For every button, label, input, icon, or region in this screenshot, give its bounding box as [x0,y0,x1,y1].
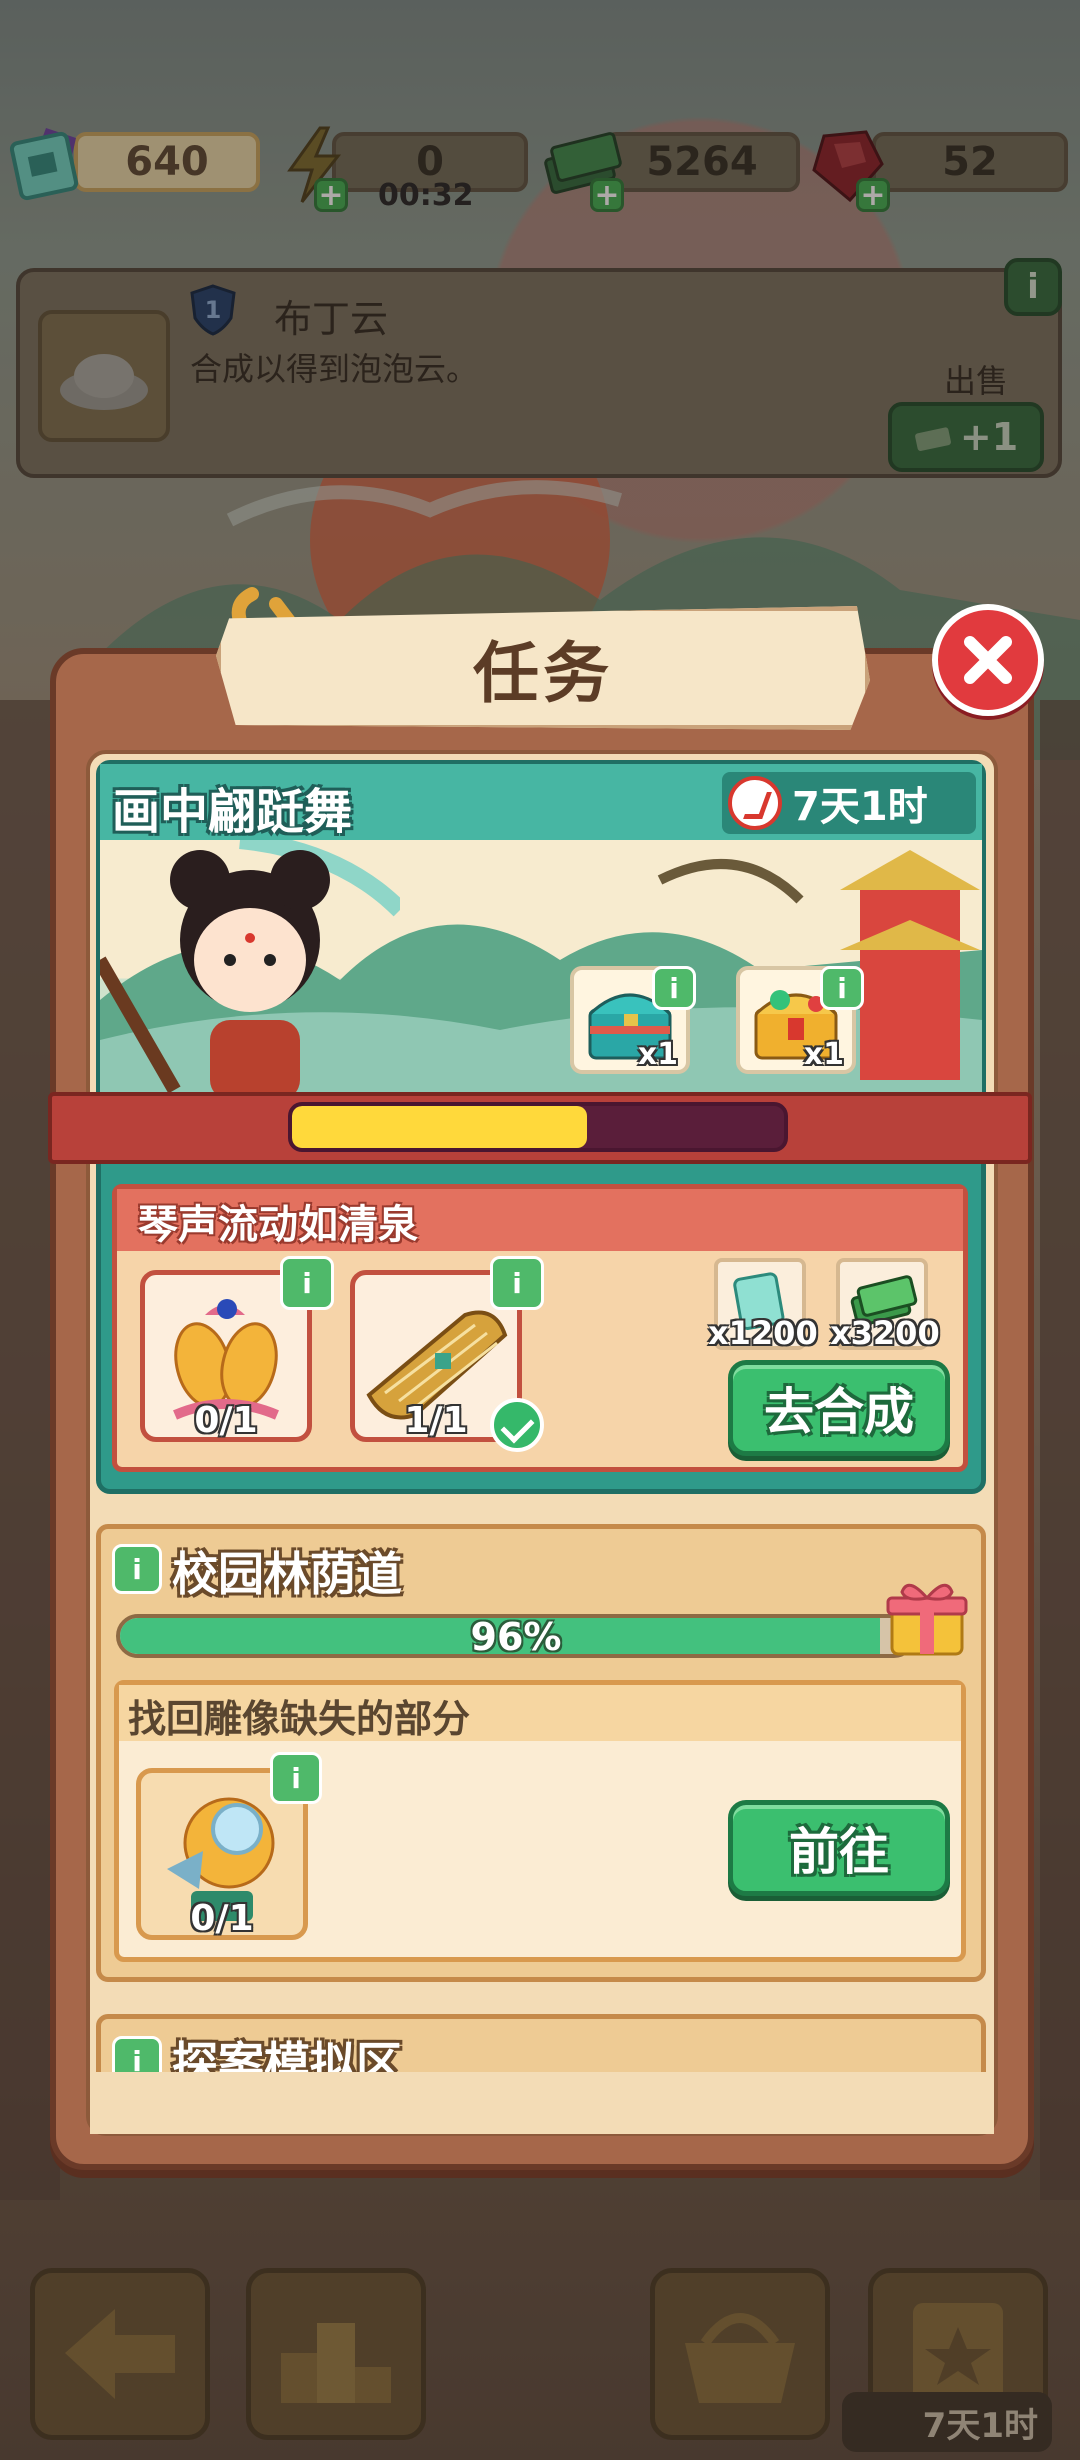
task-item-count: 0/1 [190,1898,254,1939]
section-title: 校园林荫道 [172,1547,402,1601]
panel-title-banner: 任务 [216,606,870,730]
section-progress-text: 96% [470,1615,562,1658]
clock-icon [728,776,782,830]
close-icon [964,636,1012,684]
quest-title: 琴声流动如清泉 [138,1202,418,1248]
event-title: 画中翩跹舞 [112,784,353,840]
go-to-button[interactable]: 前往 [728,1800,950,1896]
close-button[interactable] [932,604,1044,716]
event-progress-bar [288,1102,788,1152]
completed-check-icon [490,1398,544,1452]
reward-qty: x1 [637,1037,678,1072]
task-title: 找回雕像缺失的部分 [128,1697,471,1741]
dancer-character [100,840,400,1092]
quest-item-count: 0/1 [194,1400,258,1441]
reward-qty: x1 [803,1037,844,1072]
event-progress-fill [292,1106,588,1148]
item-info-icon[interactable]: i [280,1256,334,1310]
reward-qty: x3200 [830,1314,940,1352]
go-merge-button[interactable]: 去合成 [728,1360,950,1456]
panel-bottom-mask [90,2072,994,2134]
section-progress-bar: 96% [116,1614,916,1658]
event-timer: 7天1时 [722,772,976,834]
reward-info-icon[interactable]: i [652,966,696,1010]
quest-reward-tickets: x1200 [708,1258,818,1352]
quest-reward-cash: x3200 [830,1258,940,1352]
item-info-icon[interactable]: i [270,1752,322,1804]
section-info-icon[interactable]: i [112,1544,162,1594]
event-timer-text: 7天1时 [792,784,928,830]
reward-info-icon[interactable]: i [820,966,864,1010]
panel-title: 任务 [473,635,613,712]
reward-qty: x1200 [708,1314,818,1352]
gift-box-icon[interactable] [882,1572,972,1662]
item-info-icon[interactable]: i [490,1256,544,1310]
